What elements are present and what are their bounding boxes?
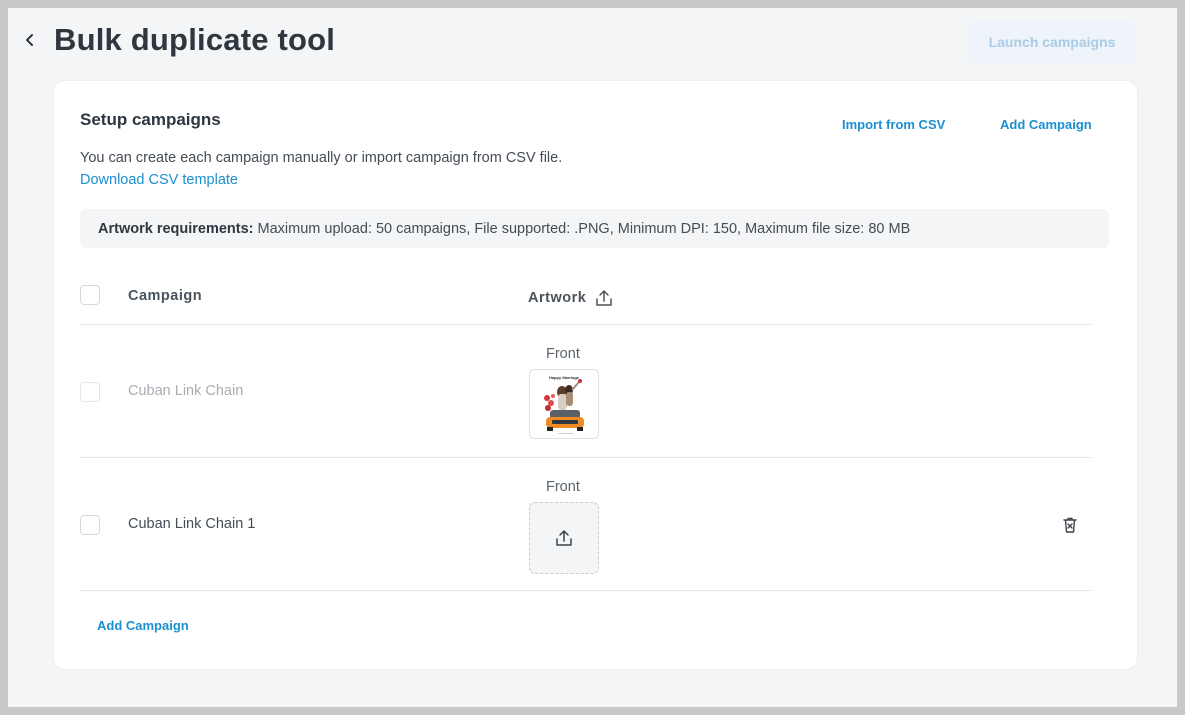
column-header-artwork-label: Artwork	[528, 290, 587, 306]
artwork-thumbnail[interactable]: Happy Marriage ~~~~~~~	[529, 369, 599, 439]
delete-campaign-button[interactable]	[1060, 515, 1080, 535]
requirements-label: Artwork requirements:	[98, 220, 254, 237]
table-divider	[80, 457, 1091, 458]
artwork-requirements: Artwork requirements: Maximum upload: 50…	[80, 209, 1109, 248]
artwork-side-label: Front	[546, 479, 580, 495]
setup-description: You can create each campaign manually or…	[80, 150, 563, 166]
app-frame: Bulk duplicate tool Launch campaigns Set…	[8, 8, 1177, 707]
column-header-artwork: Artwork	[528, 288, 614, 308]
setup-title: Setup campaigns	[80, 110, 221, 129]
artwork-side-label: Front	[546, 346, 580, 362]
setup-card: Setup campaigns Import from CSV Add Camp…	[53, 80, 1138, 670]
add-campaign-button-top[interactable]: Add Campaign	[1000, 117, 1092, 132]
launch-campaigns-button[interactable]: Launch campaigns	[969, 20, 1135, 64]
add-campaign-button-bottom[interactable]: Add Campaign	[97, 618, 189, 633]
select-all-checkbox[interactable]	[80, 285, 100, 305]
bulk-upload-artwork-button[interactable]	[594, 288, 614, 308]
column-header-campaign: Campaign	[128, 288, 203, 304]
table-divider	[80, 590, 1091, 591]
svg-text:~~~~~~~: ~~~~~~~	[558, 431, 574, 436]
upload-icon	[596, 290, 613, 306]
upload-icon	[556, 530, 572, 546]
chevron-left-icon	[26, 34, 33, 46]
back-button[interactable]	[18, 28, 42, 52]
import-csv-button[interactable]: Import from CSV	[842, 117, 945, 132]
row-checkbox[interactable]	[80, 382, 100, 402]
campaign-name: Cuban Link Chain 1	[128, 516, 256, 532]
page-header: Bulk duplicate tool Launch campaigns	[8, 8, 1177, 78]
row-checkbox[interactable]	[80, 515, 100, 535]
artwork-image: Happy Marriage ~~~~~~~	[530, 370, 598, 438]
page-title: Bulk duplicate tool	[54, 22, 336, 57]
trash-icon	[1063, 517, 1077, 533]
requirements-text: Maximum upload: 50 campaigns, File suppo…	[257, 220, 911, 237]
table-divider	[80, 324, 1091, 325]
download-csv-template-link[interactable]: Download CSV template	[80, 172, 238, 188]
artwork-upload-dropzone[interactable]	[529, 502, 599, 574]
artwork-caption: Happy Marriage	[549, 375, 580, 380]
campaign-name: Cuban Link Chain	[128, 383, 244, 399]
